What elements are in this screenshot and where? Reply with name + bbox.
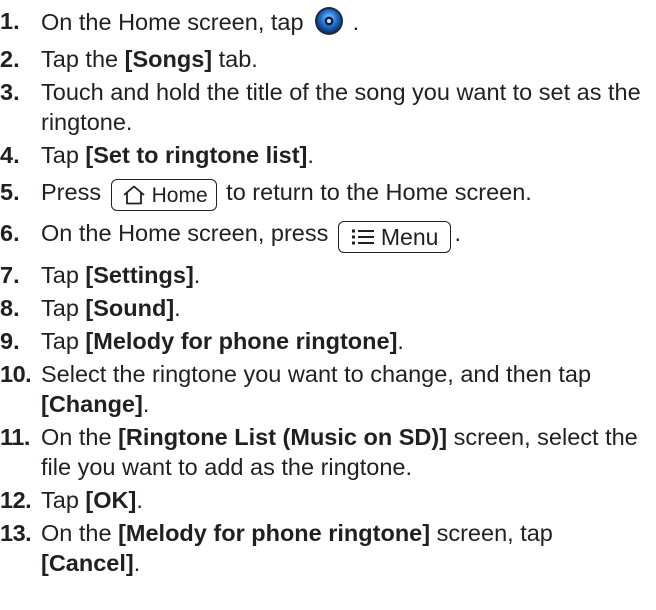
step-9: 9. Tap [Melody for phone ringtone]. [0,326,656,356]
step-text: On the [41,424,119,450]
step-text-end: . [133,550,141,576]
step-text-end: . [454,220,461,246]
instruction-steps: 1. On the Home screen, tap . 2. Tap the … [0,0,656,578]
step-text: Select the ringtone you want to change, … [41,361,592,387]
step-text-end: . [352,9,360,35]
step-8: 8. Tap [Sound]. [0,293,656,323]
step-number: 8. [0,295,20,321]
step-number: 5. [0,179,20,205]
music-player-icon [315,7,344,35]
step-number: 2. [0,46,20,72]
step-text-pre: the [85,46,125,72]
step-text-end: . [397,328,404,354]
step-1: 1. On the Home screen, tap . [0,6,656,37]
step-text: Tap [41,46,86,72]
songs-tab-label: [Songs] [124,46,213,72]
step-2: 2. Tap the [Songs] tab. [0,44,656,74]
set-to-ringtone-list-label: [Set to ringtone list] [85,142,308,168]
step-10: 10. Select the ringtone you want to chan… [0,359,656,419]
step-number: 6. [0,220,20,246]
home-key-label: Home [151,183,208,207]
menu-key-label: Menu [380,223,439,250]
step-text-end: to return to the Home screen. [219,179,532,205]
melody-label: [Melody for phone ringtone] [85,328,398,354]
step-text: On the Home screen, tap [41,9,311,35]
step-number: 3. [0,79,20,105]
cancel-label: [Cancel] [41,550,134,576]
step-6: 6. On the Home screen, press Menu . [0,218,656,253]
step-number: 9. [0,328,20,354]
step-number: 12. [0,487,32,513]
step-text-end: . [193,262,201,288]
step-text-end: . [142,391,150,417]
step-12: 12. Tap [OK]. [0,485,656,515]
step-number: 10. [0,361,32,387]
step-number: 13. [0,520,32,546]
step-7: 7. Tap [Settings]. [0,260,656,290]
step-text: Tap [41,262,86,288]
step-text: Tap [41,295,86,321]
step-text: Tap [41,328,86,354]
step-text-mid: screen, tap [430,520,553,546]
step-text: Press [41,179,108,205]
step-11: 11. On the [Ringtone List (Music on SD)]… [0,422,656,482]
home-icon [123,185,145,205]
step-text: On the [41,520,119,546]
menu-icon [351,229,374,245]
ok-label: [OK] [85,487,137,513]
step-number: 4. [0,142,20,168]
step-13: 13. On the [Melody for phone ringtone] s… [0,518,656,578]
menu-key: Menu [337,221,452,253]
ringtone-list-label: [Ringtone List (Music on SD)] [118,424,448,450]
step-text-end: . [136,487,143,513]
step-text: Touch and hold the title of the song you… [41,79,641,135]
change-label: [Change] [41,391,143,417]
step-text: Tap [41,142,86,168]
step-text: On the Home screen, press [41,220,335,246]
home-key: Home [110,179,217,211]
step-text-end: tab. [212,46,258,72]
step-number: 7. [0,262,20,288]
step-number: 1. [0,8,20,34]
step-5: 5. Press Home to return to the Home scre… [0,177,656,211]
melody-screen-label: [Melody for phone ringtone] [118,520,431,546]
step-4: 4. Tap [Set to ringtone list]. [0,140,656,170]
step-text: Tap [41,487,86,513]
step-text-end: . [174,295,181,321]
step-3: 3. Touch and hold the title of the song … [0,77,656,137]
settings-label: [Settings] [85,262,194,288]
sound-label: [Sound] [85,295,175,321]
step-number: 11. [0,424,30,450]
step-text-end: . [307,142,314,168]
